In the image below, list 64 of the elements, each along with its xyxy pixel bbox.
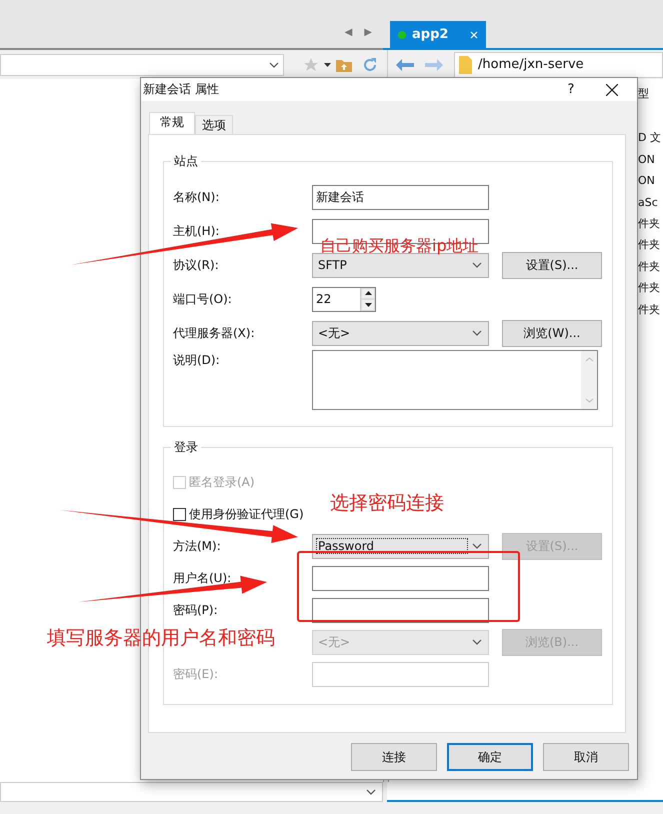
window-title: 新建会话 属性 (143, 81, 220, 98)
table-cell-text: 件夹 (638, 216, 661, 232)
dropdown[interactable] (0, 782, 383, 802)
field-label: 方法(M): (173, 538, 222, 554)
field-label: 协议(R): (173, 256, 220, 274)
input-field[interactable] (312, 566, 489, 590)
field-label: 代理服务器(X): (173, 324, 256, 342)
table-cell-text: D 文 (638, 130, 661, 146)
chevron-down-icon (472, 639, 482, 645)
settings-button[interactable]: 设置(S)... (502, 252, 602, 278)
session-tab[interactable]: app2 (390, 21, 486, 48)
scroll-arrow[interactable]: ◀ (344, 26, 352, 38)
dialog-button[interactable]: 确定 (447, 743, 533, 771)
refresh-icon[interactable] (362, 56, 378, 72)
back-arrow-icon[interactable] (396, 58, 414, 70)
chevron-down-icon (366, 789, 376, 795)
chevron-down-icon (472, 330, 482, 336)
forward-arrow-icon[interactable] (425, 58, 443, 70)
column-header[interactable]: 型 (638, 83, 661, 104)
close-icon[interactable] (605, 82, 619, 96)
chevron-down-icon (269, 62, 279, 68)
annotation-text: 选择密码连接 (330, 491, 444, 516)
dropdown[interactable]: <无> (312, 320, 489, 346)
table-cell-text: ON (638, 152, 656, 168)
table-cell-text: 件夹 (638, 258, 661, 275)
caret-icon[interactable] (324, 62, 331, 66)
checkbox-label: 匿名登录(A) (189, 474, 255, 490)
field-label: 名称(N): (173, 188, 220, 206)
checkbox[interactable] (173, 508, 186, 520)
field-label: 端口号(O): (173, 290, 233, 308)
dialog-button[interactable]: 取消 (543, 743, 629, 771)
path-field[interactable]: /home/jxn-serve (454, 52, 663, 78)
address-field[interactable] (0, 54, 284, 76)
table-cell-text: ON (638, 173, 656, 190)
dialog-button[interactable]: 连接 (351, 743, 437, 771)
chevron-down-icon (472, 262, 482, 268)
group-title: 站点 (173, 153, 199, 170)
folder-icon (459, 56, 472, 74)
field-label: 说明(D): (173, 352, 221, 369)
input-field[interactable] (312, 598, 489, 622)
field-label: 用户名(U): (173, 570, 232, 586)
field-label: 密码(P): (173, 602, 219, 618)
table-cell-text: aSc (638, 194, 659, 211)
help-button[interactable]: ? (551, 82, 591, 97)
table-cell-text: 件夹 (638, 237, 661, 254)
tab[interactable]: 选项 (195, 115, 233, 134)
star-icon[interactable] (303, 57, 319, 72)
table-cell-text: 件夹 (638, 302, 661, 318)
chevron-down-icon (472, 543, 482, 549)
number-field[interactable]: 22 (312, 286, 376, 312)
dropdown[interactable]: Password (312, 534, 489, 558)
dropdown[interactable]: SFTP (312, 252, 489, 278)
table-cell-text: 件夹 (638, 280, 661, 296)
folder-up-icon[interactable] (336, 58, 352, 72)
text-area[interactable] (312, 350, 598, 410)
checkbox-label: 使用身份验证代理(G) (189, 506, 304, 522)
annotation-text: 填写服务器的用户名和密码 (47, 626, 275, 651)
tab[interactable]: 常规 (149, 112, 195, 134)
settings-button[interactable]: 浏览(W)... (502, 320, 602, 346)
field-label: 主机(H): (173, 222, 220, 240)
field-label: 密码(E): (173, 666, 219, 682)
input-field[interactable]: 新建会话 (312, 184, 489, 210)
group-title: 登录 (173, 439, 199, 456)
scroll-arrow[interactable]: ▶ (364, 26, 372, 38)
